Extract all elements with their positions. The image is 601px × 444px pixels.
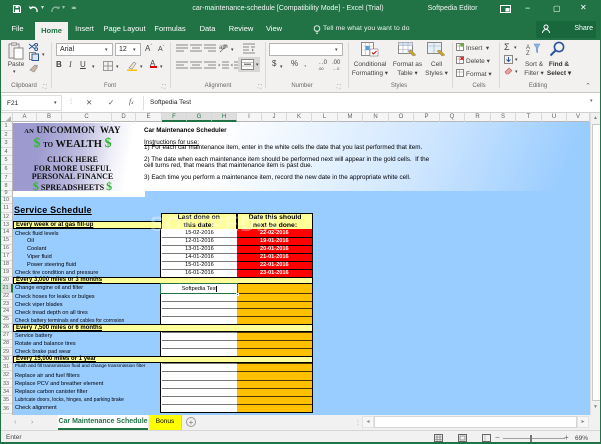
svg-text:Z: Z (526, 51, 530, 55)
svg-text:ab: ab (219, 45, 226, 51)
